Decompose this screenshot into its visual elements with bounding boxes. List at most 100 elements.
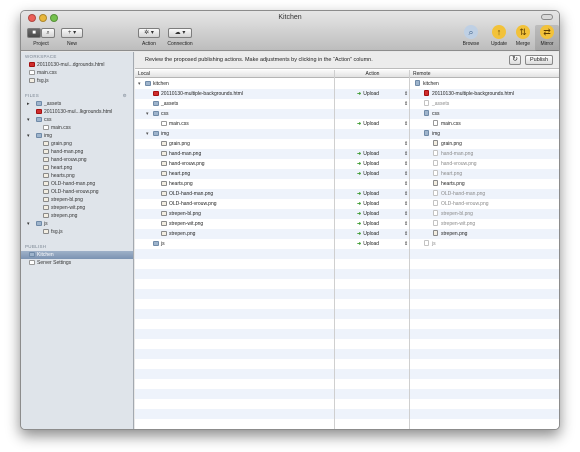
action-cell[interactable]: ➜ Upload xyxy=(357,209,407,219)
action-button[interactable]: ✲ ▾ xyxy=(138,28,160,38)
action-cell[interactable]: ➜ Upload xyxy=(357,119,407,129)
action-stepper-icon[interactable]: ⇕ xyxy=(404,209,408,219)
column-header-remote[interactable]: Remote xyxy=(410,70,559,78)
table-row[interactable]: strepen-bl.png ➜ Upload ⇕ strepen-bl.png xyxy=(135,209,559,219)
action-stepper-icon[interactable]: ⇕ xyxy=(404,199,408,209)
browse-button[interactable]: ⌕ Browse xyxy=(459,25,483,51)
file-tree-item[interactable]: grain.png xyxy=(21,140,133,148)
action-stepper-icon[interactable]: ⇕ xyxy=(404,139,408,149)
table-row[interactable]: _assets ⇕ _assets xyxy=(135,99,559,109)
table-row[interactable]: OLD-hand-man.png ➜ Upload ⇕ OLD-hand-man.png xyxy=(135,189,559,199)
action-cell[interactable]: ➜ Upload xyxy=(357,219,407,229)
table-row[interactable]: js ➜ Upload ⇕ js xyxy=(135,239,559,249)
action-stepper-icon[interactable]: ⇕ xyxy=(404,229,408,239)
mirror-button[interactable]: ⇄ Mirror xyxy=(535,25,559,51)
folder-icon xyxy=(153,101,159,106)
action-label: Upload xyxy=(363,231,380,237)
remote-file-name: img xyxy=(424,129,440,139)
disclosure-triangle-icon[interactable]: ▸ xyxy=(27,100,30,108)
image-file-icon xyxy=(433,190,438,196)
file-tree-item[interactable]: hearts.png xyxy=(21,172,133,180)
workspace-item[interactable]: fsg.js xyxy=(21,77,133,85)
table-row[interactable]: ▾ img img xyxy=(135,129,559,139)
file-tree-item[interactable]: OLD-hand-vrouw.png xyxy=(21,188,133,196)
action-cell[interactable]: ➜ Upload xyxy=(357,199,407,209)
action-stepper-icon[interactable]: ⇕ xyxy=(404,159,408,169)
workspace-item[interactable]: 20110130-mul...dgrounds.html xyxy=(21,61,133,69)
refresh-button[interactable]: ↻ xyxy=(509,55,521,65)
action-cell[interactable]: ➜ Upload xyxy=(357,159,407,169)
table-row[interactable]: 20110130-multiple-backgrounds.html ➜ Uploa… xyxy=(135,89,559,99)
new-button[interactable]: + ▾ xyxy=(61,28,83,38)
action-stepper-icon[interactable]: ⇕ xyxy=(404,149,408,159)
action-stepper-icon[interactable]: ⇕ xyxy=(404,239,408,249)
action-stepper-icon[interactable]: ⇕ xyxy=(404,89,408,99)
file-tree-item[interactable]: fsg.js xyxy=(21,228,133,236)
disclosure-triangle-icon[interactable]: ▾ xyxy=(146,129,149,139)
column-header-local[interactable]: Local xyxy=(135,70,335,78)
remote-file-label: OLD-hand-man.png xyxy=(441,191,486,197)
action-stepper-icon[interactable]: ⇕ xyxy=(404,219,408,229)
table-row[interactable]: grain.png ⇕ grain.png xyxy=(135,139,559,149)
table-row[interactable]: strepen-wit.png ➜ Upload ⇕ strepen-wit.png xyxy=(135,219,559,229)
file-tree-item[interactable]: hand-man.png xyxy=(21,148,133,156)
action-cell[interactable]: ➜ Upload xyxy=(357,149,407,159)
action-stepper-icon[interactable]: ⇕ xyxy=(404,119,408,129)
table-row[interactable]: ▾ kitchen kitchen xyxy=(135,79,559,89)
action-cell[interactable]: ➜ Upload xyxy=(357,229,407,239)
action-stepper-icon[interactable]: ⇕ xyxy=(404,189,408,199)
toolbar-toggle-button[interactable] xyxy=(541,14,553,20)
table-row[interactable]: strepen.png ➜ Upload ⇕ strepen.png xyxy=(135,229,559,239)
local-file-name: strepen.png xyxy=(161,229,195,239)
action-cell[interactable]: ➜ Upload xyxy=(357,189,407,199)
file-tree-item[interactable]: hand-vrouw.png xyxy=(21,156,133,164)
action-cell[interactable]: ➜ Upload xyxy=(357,239,407,249)
workspace-item[interactable]: main.css xyxy=(21,69,133,77)
local-file-name: kitchen xyxy=(145,79,169,89)
action-stepper-icon[interactable]: ⇕ xyxy=(404,99,408,109)
table-row[interactable]: ▾ css css xyxy=(135,109,559,119)
file-tree-item[interactable]: ▸ _assets xyxy=(21,100,133,108)
action-stepper-icon[interactable]: ⇕ xyxy=(404,169,408,179)
table-row[interactable]: OLD-hand-vrouw.png ➜ Upload ⇕ OLD-hand-vrouw… xyxy=(135,199,559,209)
file-tree-item[interactable]: strepen-bl.png xyxy=(21,196,133,204)
disclosure-triangle-icon[interactable]: ▾ xyxy=(27,220,30,228)
disclosure-triangle-icon[interactable]: ▾ xyxy=(138,79,141,89)
update-label: Update xyxy=(490,41,508,47)
row-stripe xyxy=(135,399,559,409)
action-label: Upload xyxy=(363,91,380,97)
gear-icon[interactable]: ⚙ xyxy=(123,91,127,100)
upload-arrow-icon: ➜ xyxy=(357,191,362,197)
table-row[interactable]: hand-vrouw.png ➜ Upload ⇕ hand-vrouw.png xyxy=(135,159,559,169)
table-row[interactable]: main.css ➜ Upload ⇕ main.css xyxy=(135,119,559,129)
publish-item[interactable]: Kitchen xyxy=(21,251,133,259)
project-search-button[interactable]: ⌕ xyxy=(41,28,55,38)
action-stepper-icon[interactable]: ⇕ xyxy=(404,179,408,189)
file-tree-item[interactable]: ▾ img xyxy=(21,132,133,140)
file-tree-item[interactable]: strepen.png xyxy=(21,212,133,220)
table-row[interactable]: hand-man.png ➜ Upload ⇕ hand-man.png xyxy=(135,149,559,159)
action-cell[interactable]: ➜ Upload xyxy=(357,169,407,179)
file-tree-item[interactable]: OLD-hand-man.png xyxy=(21,180,133,188)
file-tree-item[interactable]: ▾ css xyxy=(21,116,133,124)
file-tree-item[interactable]: ▾ js xyxy=(21,220,133,228)
disclosure-triangle-icon[interactable]: ▾ xyxy=(27,132,30,140)
disclosure-triangle-icon[interactable]: ▾ xyxy=(27,116,30,124)
connection-button[interactable]: ☁ ▾ xyxy=(168,28,192,38)
connection-label: Connection xyxy=(167,41,193,47)
project-view-button[interactable]: ■ xyxy=(27,28,41,38)
file-tree-item[interactable]: heart.png xyxy=(21,164,133,172)
publish-button[interactable]: Publish xyxy=(525,55,553,65)
table-row[interactable]: heart.png ➜ Upload ⇕ heart.png xyxy=(135,169,559,179)
file-tree-item[interactable]: main.css xyxy=(21,124,133,132)
file-tree-item[interactable]: 20110130-mul...lkgrounds.html xyxy=(21,108,133,116)
update-button[interactable]: ↑ Update xyxy=(487,25,511,51)
publish-item[interactable]: Server Settings xyxy=(21,259,133,267)
action-cell[interactable]: ➜ Upload xyxy=(357,89,407,99)
column-header-action[interactable]: Action xyxy=(335,70,410,78)
table-row[interactable]: hearts.png ⇕ hearts.png xyxy=(135,179,559,189)
file-tree-item[interactable]: strepen-wit.png xyxy=(21,204,133,212)
disclosure-triangle-icon[interactable]: ▾ xyxy=(146,109,149,119)
merge-button[interactable]: ⇅ Merge xyxy=(511,25,535,51)
sidebar-item-label: hearts.png xyxy=(51,173,75,179)
